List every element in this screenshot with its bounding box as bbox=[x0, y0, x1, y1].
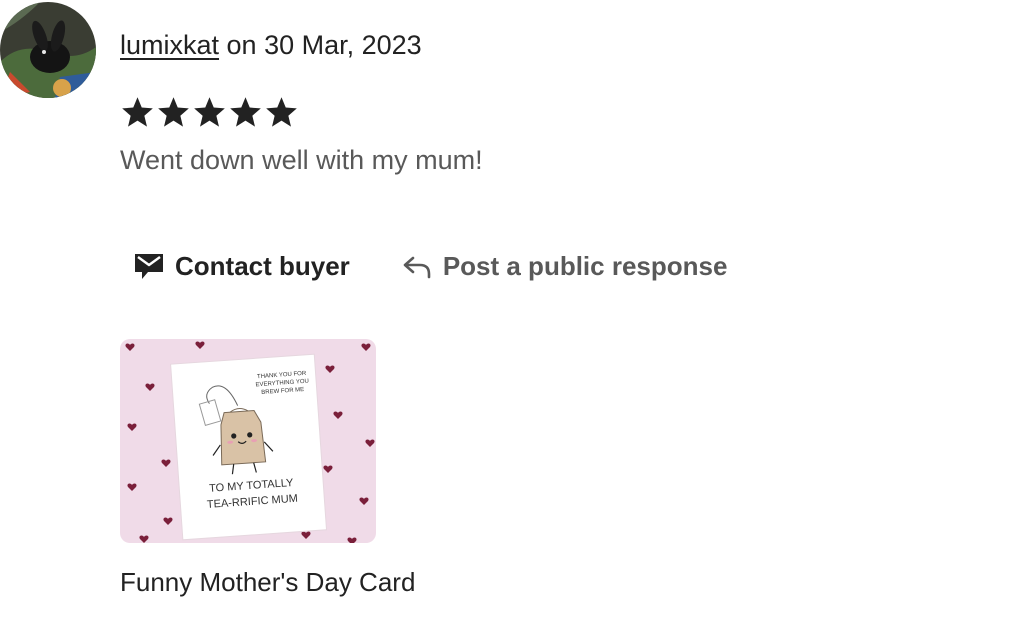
envelope-icon bbox=[134, 251, 164, 281]
reviewer-name-link[interactable]: lumixkat bbox=[120, 30, 219, 60]
date-prefix: on bbox=[219, 30, 265, 60]
contact-buyer-label: Contact buyer bbox=[175, 251, 350, 281]
avatar-image bbox=[0, 2, 96, 98]
product-title-link[interactable]: Funny Mother's Day Card bbox=[120, 565, 415, 599]
review-header: lumixkat on 30 Mar, 2023 bbox=[120, 27, 422, 63]
post-public-response-button[interactable]: Post a public response bbox=[402, 248, 728, 284]
product-thumbnail[interactable]: THANK YOU FOR EVERYTHING YOU BREW FOR ME… bbox=[120, 339, 376, 543]
review-text: Went down well with my mum! bbox=[120, 145, 483, 175]
star-icon bbox=[122, 97, 153, 127]
star-icon bbox=[230, 97, 261, 127]
product-image: THANK YOU FOR EVERYTHING YOU BREW FOR ME… bbox=[120, 339, 376, 543]
reply-arrow-icon bbox=[402, 251, 432, 281]
post-public-response-label: Post a public response bbox=[442, 251, 728, 281]
star-icon bbox=[266, 97, 297, 127]
star-icon bbox=[158, 97, 189, 127]
star-rating bbox=[120, 95, 299, 130]
contact-buyer-button[interactable]: Contact buyer bbox=[134, 248, 350, 284]
reviewer-avatar[interactable] bbox=[0, 2, 96, 98]
star-icon bbox=[194, 97, 225, 127]
review-date: 30 Mar, 2023 bbox=[264, 30, 422, 60]
review-actions: Contact buyer Post a public response bbox=[134, 248, 727, 284]
